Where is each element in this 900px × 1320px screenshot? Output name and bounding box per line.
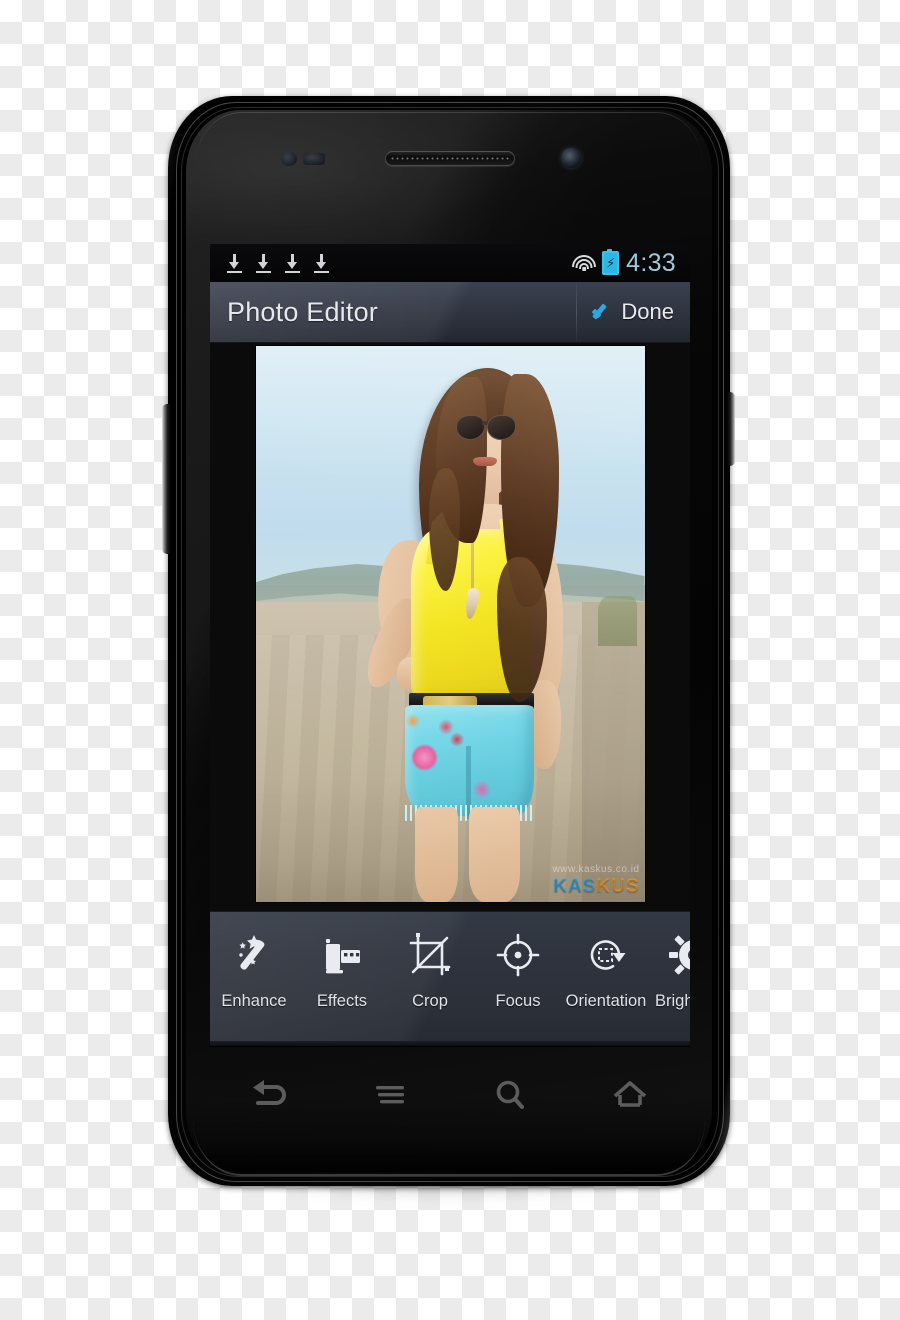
charging-bolt-icon: ⚡ xyxy=(606,255,616,271)
menu-button[interactable] xyxy=(362,1073,418,1119)
home-button[interactable] xyxy=(602,1073,658,1119)
toolbar-scroll-track[interactable]: Enhance Effects Crop Focus Orientation B… xyxy=(210,912,690,1046)
tool-label: Crop xyxy=(412,992,448,1010)
power-button[interactable] xyxy=(727,392,735,466)
tool-label: Enhance xyxy=(221,992,287,1010)
tool-label: Orientation xyxy=(565,992,647,1010)
navigation-bar xyxy=(210,1050,690,1142)
shorts-flower-print xyxy=(450,732,464,747)
photo-subject xyxy=(256,346,645,902)
proximity-sensor-icon xyxy=(281,152,297,166)
subject-sunglasses-icon xyxy=(455,414,517,441)
status-bar[interactable]: ⚡ 4:33 xyxy=(210,244,690,282)
editor-toolbar[interactable]: Enhance Effects Crop Focus Orientation B… xyxy=(210,911,690,1046)
tool-focus[interactable]: Focus xyxy=(474,912,562,1011)
status-bar-clock: 4:33 xyxy=(626,248,676,277)
tool-enhance[interactable]: Enhance xyxy=(210,912,298,1011)
back-button[interactable] xyxy=(242,1073,298,1119)
brightness-gear-icon xyxy=(669,930,690,980)
shorts-flower-print xyxy=(406,712,421,729)
tool-crop[interactable]: Crop xyxy=(386,912,474,1011)
watermark-brand: KASKUS xyxy=(553,876,640,897)
watermark-url: www.kaskus.co.id xyxy=(552,864,640,875)
tool-orientation[interactable]: Orientation xyxy=(562,912,650,1011)
status-bar-system-icons: ⚡ 4:33 xyxy=(572,248,690,278)
rotate-icon xyxy=(581,930,631,980)
toolbar-bottom-edge xyxy=(210,1041,690,1046)
subject-mouth xyxy=(472,457,497,467)
search-button[interactable] xyxy=(482,1073,538,1119)
download-icon xyxy=(284,253,301,273)
tool-label: Effects xyxy=(316,992,368,1010)
done-button-label: Done xyxy=(621,299,674,324)
download-icon xyxy=(255,253,272,273)
photo-preview[interactable]: www.kaskus.co.id KASKUS xyxy=(255,346,645,902)
crop-icon xyxy=(405,930,455,980)
ambient-light-sensor-icon xyxy=(303,153,325,165)
tool-effects[interactable]: Effects xyxy=(298,912,386,1011)
download-icon xyxy=(313,253,330,273)
shorts-flower-print xyxy=(411,743,439,772)
subject-left-leg xyxy=(414,807,458,902)
phone-screen: ⚡ 4:33 Photo Editor Done www.kaskus.co.i… xyxy=(210,244,690,1047)
shorts-flower-print xyxy=(473,779,491,799)
download-icon xyxy=(226,253,243,273)
phone-device: ⚡ 4:33 Photo Editor Done www.kaskus.co.i… xyxy=(0,0,900,1320)
focus-target-icon xyxy=(493,930,543,980)
photo-watermark: www.kaskus.co.id KASKUS xyxy=(552,864,640,897)
tool-brightness[interactable]: Brightness xyxy=(650,912,690,1011)
page-title: Photo Editor xyxy=(227,296,378,327)
tool-label: Brightness xyxy=(655,992,690,1010)
battery-charging-icon: ⚡ xyxy=(602,249,620,275)
done-button[interactable]: Done xyxy=(577,282,690,342)
tool-label: Focus xyxy=(495,992,541,1010)
front-camera-icon xyxy=(561,148,581,168)
film-roll-icon xyxy=(317,930,367,980)
photo-canvas[interactable]: www.kaskus.co.id KASKUS xyxy=(210,343,690,911)
glass-reflection-secondary xyxy=(186,110,506,250)
checkmark-icon xyxy=(591,301,613,323)
status-bar-notifications xyxy=(210,253,573,273)
wifi-icon xyxy=(572,255,597,271)
action-bar: Photo Editor Done xyxy=(210,282,690,343)
subject-right-leg xyxy=(469,807,520,902)
magic-wand-icon xyxy=(229,930,279,980)
earpiece-speaker xyxy=(385,151,515,166)
volume-rocker-button[interactable] xyxy=(162,404,171,554)
speaker-mesh xyxy=(390,156,510,161)
